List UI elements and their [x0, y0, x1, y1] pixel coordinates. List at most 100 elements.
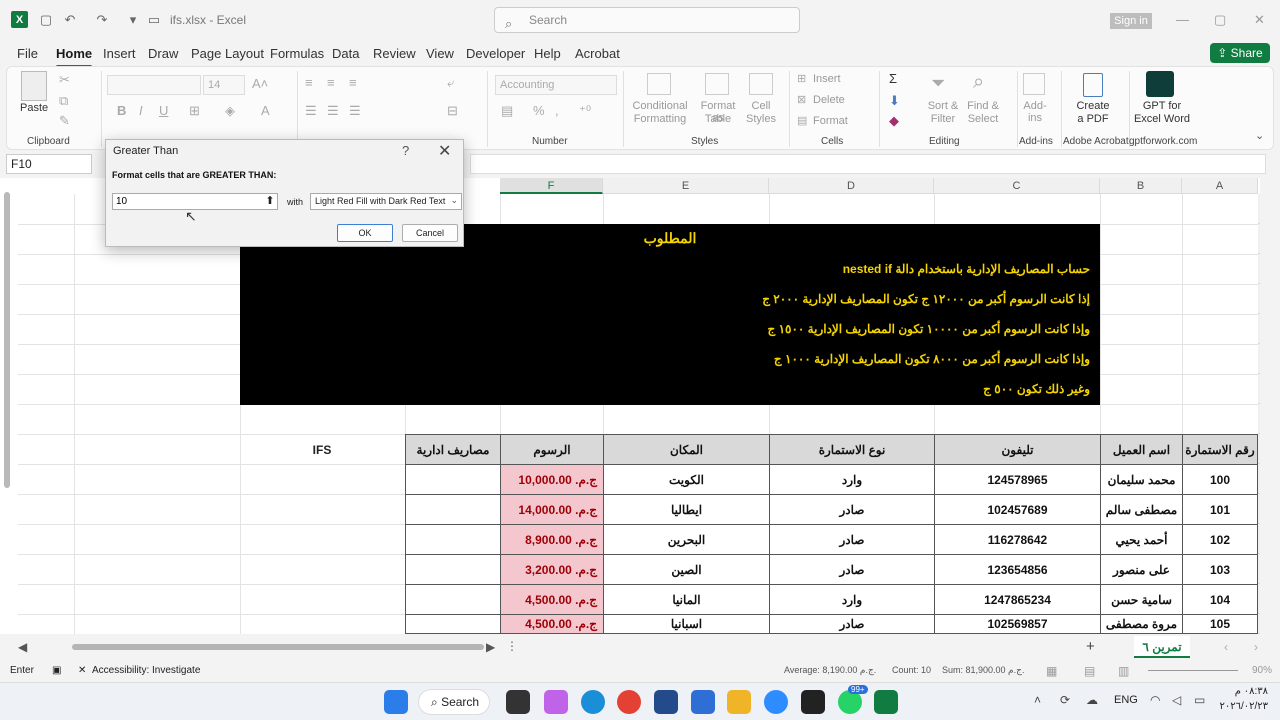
copy-icon[interactable]: ⧉ — [59, 93, 68, 109]
cell-admin-fee[interactable] — [405, 524, 501, 555]
clock-time[interactable]: ٠٨:٣٨ م — [1214, 686, 1268, 697]
row-header-12[interactable]: 12 — [1258, 524, 1260, 554]
cell-place[interactable]: المانيا — [603, 584, 770, 615]
sign-in-button[interactable]: Sign in — [1110, 13, 1152, 29]
header-fees[interactable]: الرسوم — [500, 434, 604, 465]
row-header-11[interactable]: 11 — [1258, 494, 1260, 524]
select-label[interactable]: Select — [963, 113, 1003, 125]
align-right-icon[interactable]: ☰ — [349, 103, 361, 119]
sync-icon[interactable]: ⟳ — [1060, 693, 1070, 707]
header-place[interactable]: المكان — [603, 434, 770, 465]
cut-icon[interactable]: ✂ — [59, 72, 70, 88]
bold-icon[interactable]: B — [117, 103, 126, 118]
column-header-b[interactable]: B — [1100, 178, 1182, 194]
cancel-button[interactable]: Cancel — [402, 224, 458, 242]
cell-admin-fee[interactable] — [405, 584, 501, 615]
accessibility-icon[interactable]: ✕ — [78, 665, 86, 676]
clock-date[interactable]: ٢٠٢٦/٠٢/٢٣ — [1208, 701, 1268, 712]
row-header-1[interactable]: 1 — [1258, 194, 1260, 224]
format-cells-icon[interactable]: ▤ — [797, 114, 807, 127]
cell-phone[interactable]: 102457689 — [934, 494, 1101, 525]
cell-form-type[interactable]: صادر — [769, 554, 935, 585]
scroll-right-icon[interactable]: ▶ — [486, 640, 495, 654]
middle-align-icon[interactable]: ≡ — [327, 75, 335, 90]
conditional-label[interactable]: Conditional — [631, 100, 689, 112]
outlook-icon[interactable] — [691, 690, 715, 714]
cell-phone[interactable]: 123654856 — [934, 554, 1101, 585]
row-header-15[interactable]: 15 — [1258, 614, 1260, 634]
windows-start-icon[interactable] — [384, 690, 408, 714]
row-header-2[interactable]: 2 — [1258, 224, 1260, 254]
cell-fee[interactable]: ج.م. 14,000.00 — [500, 494, 604, 525]
cell-fee[interactable]: ج.م. 10,000.00 — [500, 464, 604, 495]
capcut-icon[interactable] — [801, 690, 825, 714]
maximize-icon[interactable]: ▢ — [1214, 12, 1226, 28]
create-pdf-icon[interactable] — [1083, 73, 1103, 97]
gpt-for-excel-icon[interactable] — [1146, 71, 1174, 97]
cell-phone[interactable]: 1247865234 — [934, 584, 1101, 615]
ok-button[interactable]: OK — [337, 224, 393, 242]
column-header-e[interactable]: E — [603, 178, 769, 194]
battery-icon[interactable]: ▭ — [1194, 693, 1205, 707]
cell-styles-icon[interactable] — [749, 73, 773, 95]
cell-client-name[interactable]: أحمد يحيي — [1100, 524, 1183, 555]
cell-label[interactable]: Cell — [743, 100, 779, 112]
tab-home[interactable]: Home — [56, 46, 93, 68]
clear-icon[interactable]: ◆ — [889, 113, 899, 129]
cell-phone[interactable]: 116278642 — [934, 524, 1101, 555]
table-label[interactable]: Table — [695, 113, 741, 125]
page-layout-icon[interactable]: ▤ — [1084, 664, 1095, 678]
collapse-dialog-icon[interactable]: ⬆ — [262, 193, 278, 210]
cell-place[interactable]: ايطاليا — [603, 494, 770, 525]
formula-bar[interactable] — [470, 154, 1266, 174]
tab-formulas[interactable]: Formulas — [270, 46, 324, 61]
insert-cells-icon[interactable]: ⊞ — [797, 72, 806, 85]
italic-icon[interactable]: I — [139, 103, 143, 118]
autosum-icon[interactable]: Σ — [889, 71, 897, 86]
wifi-icon[interactable]: ◠ — [1150, 693, 1160, 707]
zoom-level[interactable]: 90% — [1252, 665, 1272, 676]
format-as-table-icon[interactable] — [705, 73, 729, 95]
tab-page-layout[interactable]: Page Layout — [191, 46, 264, 61]
tab-data[interactable]: Data — [332, 46, 359, 61]
tab-file[interactable]: File — [17, 46, 38, 61]
cell-admin-fee[interactable] — [405, 464, 501, 495]
close-icon[interactable]: ✕ — [438, 141, 451, 161]
cell-form-type[interactable]: صادر — [769, 524, 935, 555]
tab-developer[interactable]: Developer — [466, 46, 525, 61]
gpt-label[interactable]: GPT for — [1131, 100, 1193, 112]
sheet-tab[interactable]: تمرين ٦ — [1134, 636, 1190, 658]
sort-label[interactable]: Sort & — [923, 100, 963, 112]
next-sheet-icon[interactable]: › — [1254, 640, 1258, 654]
more-options-icon[interactable]: ⋮ — [506, 639, 518, 653]
close-window-icon[interactable]: ✕ — [1254, 12, 1265, 28]
wrap-text-icon[interactable]: ⤶ — [447, 75, 454, 91]
formatting-label[interactable]: Formatting — [631, 113, 689, 125]
comma-icon[interactable]: , — [555, 103, 559, 118]
cell-admin-fee[interactable] — [405, 494, 501, 525]
edge-icon[interactable] — [581, 690, 605, 714]
header-admin-fees[interactable]: مصاريف ادارية — [405, 434, 501, 465]
borders-icon[interactable]: ⊞ — [189, 103, 200, 119]
taskbar-search[interactable]: ⌕ Search — [418, 689, 490, 715]
column-header-c[interactable]: C — [934, 178, 1100, 194]
customize-qat-icon[interactable]: ▾ — [125, 12, 141, 28]
cell-place[interactable]: اسبانيا — [603, 614, 770, 634]
row-header-7[interactable]: 7 — [1258, 374, 1260, 404]
normal-view-icon[interactable]: ▦ — [1046, 664, 1057, 678]
underline-icon[interactable]: U — [159, 103, 168, 118]
tab-view[interactable]: View — [426, 46, 454, 61]
volume-icon[interactable]: ◁ — [1172, 693, 1181, 707]
merge-center-icon[interactable]: ⊟ — [447, 103, 458, 119]
collapse-ribbon-icon[interactable]: ⌄ — [1255, 129, 1264, 142]
add-ins-icon[interactable] — [1023, 73, 1045, 95]
minimize-icon[interactable]: — — [1176, 12, 1189, 27]
row-header-9[interactable]: 9 — [1258, 434, 1260, 464]
cell-form-type[interactable]: وارد — [769, 584, 935, 615]
file-explorer-icon[interactable] — [727, 690, 751, 714]
sort-filter-icon[interactable]: ⏷ — [931, 73, 945, 94]
chevron-up-icon[interactable]: ˄ — [1034, 693, 1041, 707]
filter-label[interactable]: Filter — [923, 113, 963, 125]
macro-icon[interactable]: ▣ — [52, 665, 61, 676]
prev-sheet-icon[interactable]: ‹ — [1224, 640, 1228, 654]
